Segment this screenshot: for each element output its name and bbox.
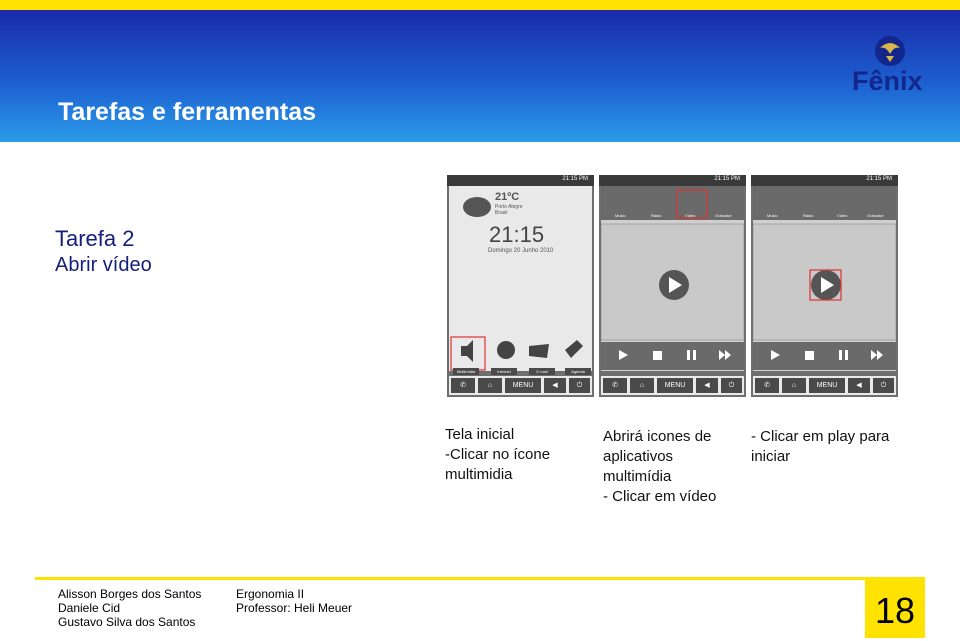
nav-bar: ✆ ⌂ MENU ◀ ⏻: [753, 376, 896, 395]
footer-divider: [35, 577, 925, 580]
media-screen: Music Rádio Vídeo Gravador: [752, 186, 897, 371]
app-radio: Rádio: [651, 213, 662, 218]
agenda-icon: [565, 340, 583, 358]
status-time: 21:15 PM: [866, 176, 892, 182]
menu-button[interactable]: MENU: [505, 378, 541, 393]
phone-home-screen: 21:15 PM 21ºC Porto Alegre Brasil 21:15 …: [447, 175, 594, 397]
caption-line: -Clicar no ícone: [445, 446, 551, 463]
home-button[interactable]: ⌂: [782, 378, 806, 393]
call-button[interactable]: ✆: [451, 378, 475, 393]
phone-play-video: 21:15 PM Music Rádio Vídeo Gravador ✆ ⌂ …: [751, 175, 898, 397]
footer-authors: Alisson Borges dos Santos Daniele Cid Gu…: [58, 587, 201, 629]
status-bar: 21:15 PM: [751, 175, 898, 186]
caption-line: iniciar: [751, 448, 791, 465]
caption-line: - Clicar em play para: [751, 428, 890, 445]
top-accent-bar: [0, 0, 960, 10]
power-button[interactable]: ⏻: [721, 378, 742, 393]
caption-line: aplicativos: [603, 448, 674, 465]
globe-icon: [497, 341, 515, 359]
media-content: Music Rádio Vídeo Gravador: [752, 186, 897, 370]
stop-icon: [653, 351, 662, 360]
menu-button[interactable]: MENU: [809, 378, 845, 393]
status-bar: 21:15 PM: [599, 175, 746, 186]
home-screen: 21ºC Porto Alegre Brasil 21:15 Domingo 2…: [449, 186, 592, 371]
cloud-icon: [463, 197, 491, 217]
app-gravador: Gravador: [715, 213, 732, 218]
app-radio: Rádio: [803, 213, 814, 218]
app-label-multimidia[interactable]: Multimídia: [453, 368, 479, 375]
country: Brasil: [495, 210, 508, 216]
nav-bar: ✆ ⌂ MENU ◀ ⏻: [601, 376, 744, 395]
app-gravador: Gravador: [867, 213, 884, 218]
date: Domingo 20 Junho 2010: [488, 248, 554, 254]
menu-button[interactable]: MENU: [657, 378, 693, 393]
caption-play: - Clicar em play para iniciar: [751, 427, 889, 467]
page-number-box: 18: [865, 578, 925, 638]
app-video: Vídeo: [685, 213, 696, 218]
home-content: 21ºC Porto Alegre Brasil 21:15 Domingo 2…: [450, 191, 583, 371]
caption-line: Abrirá icones de: [603, 428, 712, 445]
caption-home: Tela inicial -Clicar no ícone multimidia: [445, 425, 550, 485]
back-button[interactable]: ◀: [848, 378, 870, 393]
call-button[interactable]: ✆: [603, 378, 627, 393]
media-content: Music Rádio Vídeo Gravador: [600, 186, 745, 370]
logo-text: Fênix: [852, 66, 923, 96]
app-label-internet[interactable]: Internet: [491, 368, 517, 375]
app-music: Music: [615, 213, 625, 218]
caption-line: multimídia: [603, 468, 672, 485]
author-name: Daniele Cid: [58, 601, 121, 615]
author-name: Alisson Borges dos Santos: [58, 587, 202, 601]
app-video: Vídeo: [837, 213, 848, 218]
media-screen: Music Rádio Vídeo Gravador: [600, 186, 745, 371]
temperature: 21ºC: [495, 191, 519, 203]
back-button[interactable]: ◀: [544, 378, 566, 393]
stop-icon: [805, 351, 814, 360]
pause-icon: [687, 350, 690, 360]
clock: 21:15: [489, 222, 544, 247]
power-button[interactable]: ⏻: [569, 378, 590, 393]
call-button[interactable]: ✆: [755, 378, 779, 393]
status-time: 21:15 PM: [562, 176, 588, 182]
footer-course: Ergonomia II Professor: Heli Meuer: [236, 587, 352, 615]
mail-icon: [529, 344, 549, 358]
slide-title: Tarefas e ferramentas: [58, 98, 317, 126]
app-label-email[interactable]: E-mail: [529, 368, 555, 375]
caption-media: Abrirá icones de aplicativos multimídia …: [603, 427, 716, 507]
task-subtitle: Abrir vídeo: [55, 254, 152, 276]
pause-icon: [839, 350, 842, 360]
author-name: Gustavo Silva dos Santos: [58, 615, 196, 629]
task-title: Tarefa 2: [55, 226, 135, 251]
app-label-agenda[interactable]: Agenda: [565, 368, 591, 375]
caption-line: Tela inicial: [445, 426, 515, 443]
speaker-icon: [461, 340, 473, 362]
phone-media-apps: 21:15 PM Music Rádio Vídeo Gravador ✆ ⌂ …: [599, 175, 746, 397]
page-number: 18: [874, 590, 916, 631]
caption-line: multimidia: [445, 466, 513, 483]
power-button[interactable]: ⏻: [873, 378, 894, 393]
course-name: Ergonomia II: [236, 587, 305, 601]
nav-bar: ✆ ⌂ MENU ◀ ⏻: [449, 376, 592, 395]
professor-name: Professor: Heli Meuer: [236, 601, 353, 615]
status-bar: 21:15 PM: [447, 175, 594, 186]
home-button[interactable]: ⌂: [478, 378, 502, 393]
home-button[interactable]: ⌂: [630, 378, 654, 393]
status-time: 21:15 PM: [714, 176, 740, 182]
caption-line: - Clicar em vídeo: [603, 488, 717, 505]
app-music: Music: [767, 213, 777, 218]
back-button[interactable]: ◀: [696, 378, 718, 393]
